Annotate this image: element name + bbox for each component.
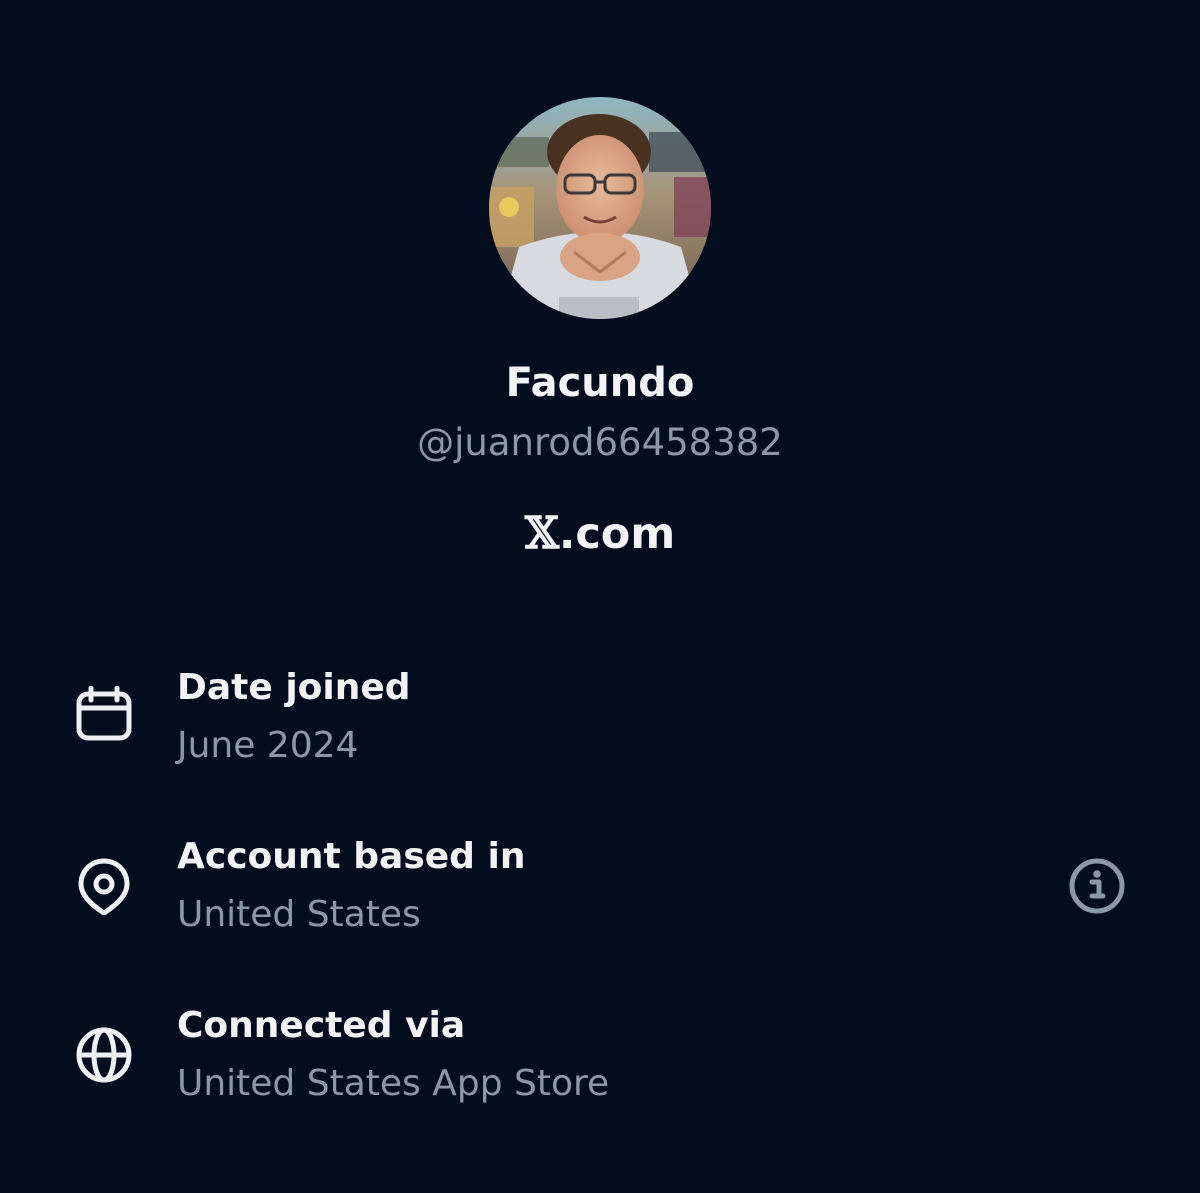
account-based-in-label: Account based in [177,836,526,877]
connected-via-label: Connected via [177,1005,466,1046]
location-pin-icon [78,858,130,915]
info-row-date-joined: Date joined June 2024 [0,664,1200,794]
brand-domain: 𝕏.com [0,506,1200,562]
info-row-connected-via: Connected via United States App Store [0,1002,1200,1132]
brand-domain-suffix: .com [558,509,676,559]
display-name: Facundo [505,360,695,406]
profile-handle: @juanrod66458382 [417,421,783,464]
info-icon[interactable] [1068,857,1126,915]
x-logo-icon: 𝕏 [524,508,559,559]
info-row-account-based-in: Account based in United States [0,833,1200,963]
avatar-photo [489,97,711,319]
connected-via-value: United States App Store [177,1063,610,1104]
date-joined-label: Date joined [177,667,411,708]
profile-avatar[interactable] [489,97,711,319]
calendar-icon [76,686,132,741]
date-joined-value: June 2024 [177,725,359,766]
globe-icon [76,1027,132,1083]
account-based-in-value: United States [177,894,421,935]
